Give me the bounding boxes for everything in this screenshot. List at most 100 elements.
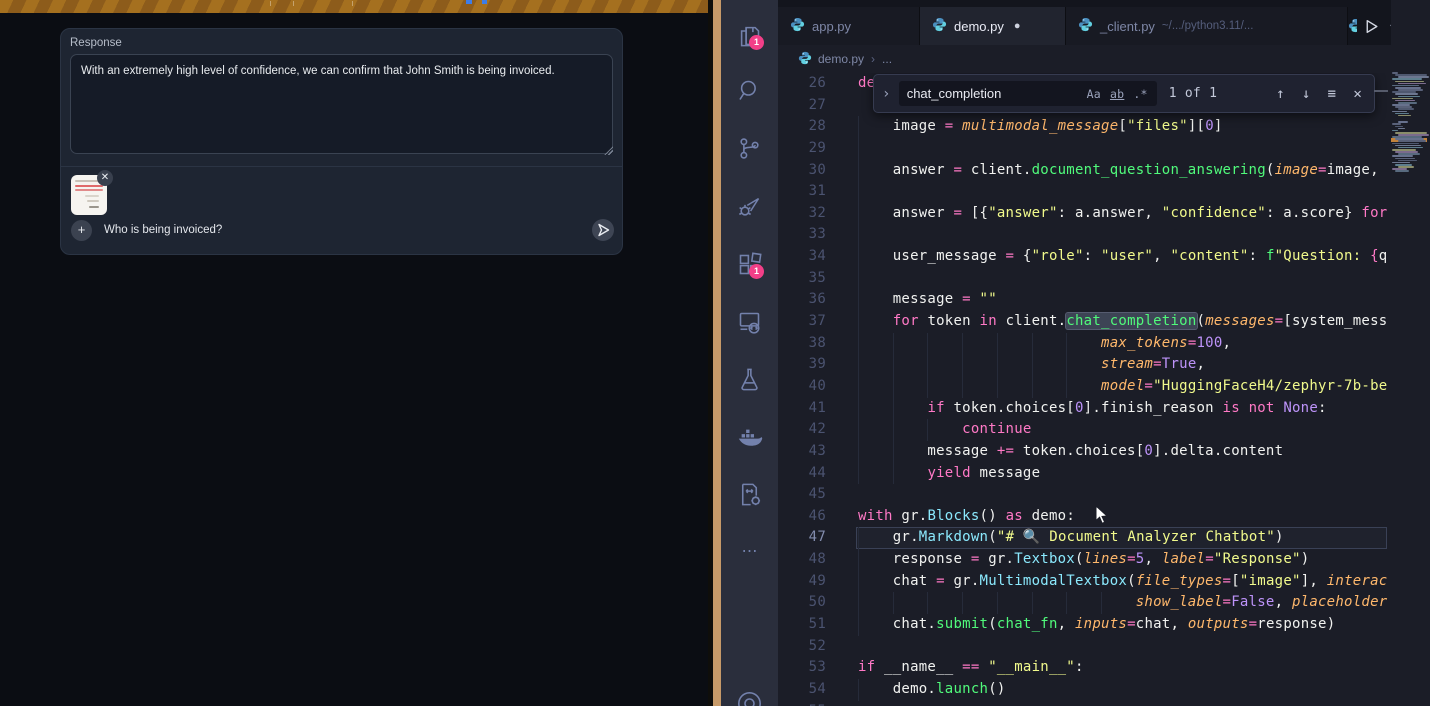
code-text: model="HuggingFaceH4/zephyr-7b-beta" [858, 376, 1388, 398]
window-edge-stripe [713, 0, 721, 706]
find-previous-button[interactable]: ↑ [1276, 86, 1285, 102]
code-line-44: 44 yield message [778, 463, 1388, 485]
thumb-art [87, 200, 99, 202]
line-number: 38 [778, 333, 826, 355]
minimap-line [1392, 78, 1422, 80]
line-number: 33 [778, 224, 826, 246]
docker-icon[interactable] [736, 424, 763, 451]
code-line-29: 29 [778, 138, 1388, 160]
line-number: 32 [778, 203, 826, 225]
line-number: 26 [778, 73, 826, 95]
find-in-selection-button[interactable]: ≡ [1328, 86, 1337, 102]
code-text: image = multimodal_message["files"][0] [858, 116, 1223, 138]
line-number: 49 [778, 571, 826, 593]
find-next-button[interactable]: ↓ [1302, 86, 1311, 102]
code-text: for token in client.chat_completion(mess… [858, 311, 1388, 333]
thumb-art [75, 185, 103, 187]
screenshot-stage: Response With an extremely high level of… [0, 0, 1430, 706]
minimap-line [1395, 93, 1418, 95]
code-area[interactable]: 26def chat_fn(multimodal_message):2728 i… [778, 73, 1388, 706]
code-line-47: 47 gr.Markdown("# 🔍 Document Analyzer Ch… [778, 527, 1388, 549]
more-actions-icon[interactable]: ⋯ [736, 538, 763, 565]
code-text: stream=True, [858, 354, 1205, 376]
response-textarea[interactable]: With an extremely high level of confiden… [70, 54, 613, 154]
titlebar-tick [270, 1, 271, 6]
run-debug-icon[interactable] [736, 193, 763, 220]
minimap-line [1392, 111, 1407, 113]
line-number: 45 [778, 484, 826, 506]
whole-word-toggle[interactable]: ab [1110, 87, 1124, 101]
breadcrumb-file[interactable]: demo.py [818, 52, 864, 66]
line-number: 54 [778, 679, 826, 701]
minimap-line [1398, 140, 1426, 142]
match-case-toggle[interactable]: Aa [1087, 87, 1101, 101]
account-icon[interactable] [736, 690, 763, 706]
line-number: 28 [778, 116, 826, 138]
code-text: with gr.Blocks() as demo: [858, 506, 1075, 528]
code-line-53: 53 if __name__ == "__main__": [778, 657, 1388, 679]
indent-guide [858, 224, 859, 246]
tab-detail: ~/.../python3.11/... [1162, 20, 1254, 32]
code-line-38: 38 max_tokens=100, [778, 333, 1388, 355]
vscode-window: 1 1 [721, 0, 1430, 706]
tab-modified-dot[interactable]: ● [1014, 20, 1021, 32]
search-icon[interactable] [736, 77, 763, 104]
test-beaker-icon[interactable] [736, 366, 763, 393]
textarea-resize-grip[interactable] [604, 146, 613, 155]
regex-toggle[interactable]: .* [1133, 87, 1147, 101]
line-number: 44 [778, 463, 826, 485]
editor-group: app.pydemo.py●_client.py~/.../python3.11… [778, 0, 1430, 706]
mouse-cursor [1095, 505, 1110, 525]
code-text: message = "" [858, 289, 997, 311]
explorer-icon[interactable]: 1 [736, 22, 763, 49]
code-line-46: 46 with gr.Blocks() as demo: [778, 506, 1388, 528]
breadcrumb-more[interactable]: ... [882, 52, 892, 66]
tab-demo-py[interactable]: demo.py● [920, 7, 1066, 45]
tab-app-py[interactable]: app.py [778, 7, 920, 45]
thumb-art [75, 189, 103, 191]
line-number: 46 [778, 506, 826, 528]
find-widget-sash[interactable] [1374, 90, 1388, 92]
add-attachment-button[interactable]: + [71, 220, 92, 241]
thumb-art [89, 206, 99, 208]
code-text: answer = [{"answer": a.answer, "confiden… [858, 203, 1388, 225]
run-python-file-button[interactable] [1363, 18, 1380, 35]
code-line-43: 43 message += token.choices[0].delta.con… [778, 441, 1388, 463]
gradio-app-pane: Response With an extremely high level of… [0, 0, 708, 706]
thumb-art [85, 195, 99, 197]
line-number: 53 [778, 657, 826, 679]
file-settings-icon[interactable] [736, 481, 763, 508]
breadcrumb: demo.py › ... [778, 45, 1430, 73]
code-line-40: 40 model="HuggingFaceH4/zephyr-7b-beta" [778, 376, 1388, 398]
line-number: 55 [778, 701, 826, 706]
source-control-icon[interactable] [736, 135, 763, 162]
find-results-count: 1 of 1 [1169, 86, 1217, 101]
tab--client-py[interactable]: _client.py~/.../python3.11/... [1066, 7, 1348, 45]
remote-explorer-icon[interactable] [736, 309, 763, 336]
find-collapse-chevron-icon[interactable]: › [874, 86, 899, 102]
code-line-36: 36 message = "" [778, 289, 1388, 311]
extensions-icon[interactable]: 1 [736, 251, 763, 278]
code-text: yield message [858, 463, 1040, 485]
send-button[interactable] [592, 219, 614, 241]
find-close-button[interactable]: ✕ [1353, 86, 1362, 102]
code-text: chat = gr.MultimodalTextbox(file_types=[… [858, 571, 1388, 593]
minimap[interactable] [1391, 0, 1430, 706]
code-text: if __name__ == "__main__": [858, 657, 1084, 679]
code-line-51: 51 chat.submit(chat_fn, inputs=chat, out… [778, 614, 1388, 636]
minimap-line [1392, 123, 1401, 125]
code-text: message += token.choices[0].delta.conten… [858, 441, 1283, 463]
code-line-30: 30 answer = client.document_question_ans… [778, 160, 1388, 182]
indent-guide [858, 181, 859, 203]
minimap-line [1395, 126, 1403, 128]
titlebar-tick [352, 1, 353, 6]
find-input[interactable] [899, 86, 1057, 101]
remove-image-button[interactable]: ✕ [97, 170, 113, 186]
code-line-54: 54 demo.launch() [778, 679, 1388, 701]
python-file-icon [1348, 18, 1357, 33]
python-file-icon [1078, 17, 1093, 32]
minimap-line [1398, 108, 1414, 110]
code-line-32: 32 answer = [{"answer": a.answer, "confi… [778, 203, 1388, 225]
chat-input-text[interactable]: Who is being invoiced? [104, 224, 222, 236]
code-text: chat.submit(chat_fn, inputs=chat, output… [858, 614, 1335, 636]
